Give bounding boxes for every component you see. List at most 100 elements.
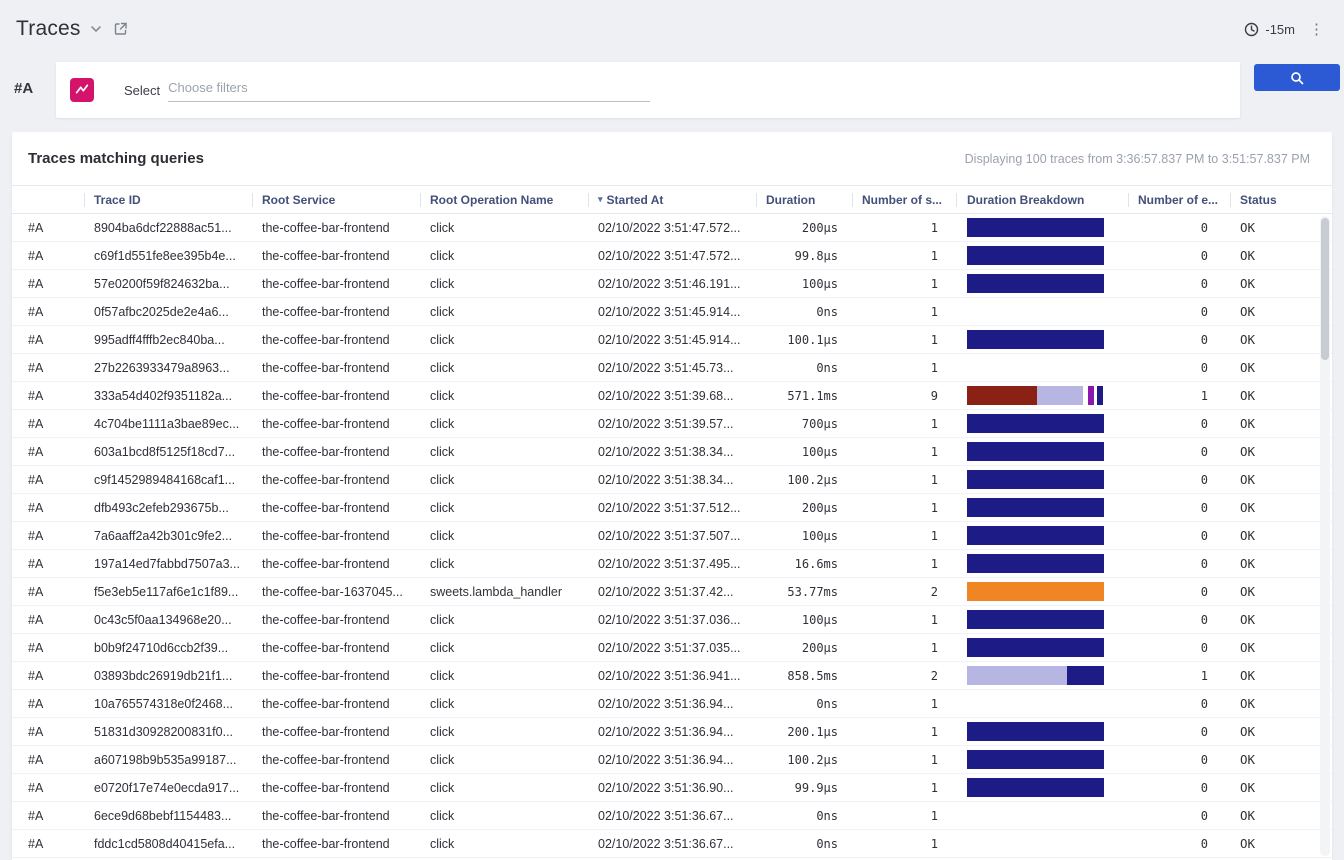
search-button[interactable] [1254, 64, 1340, 91]
table-row[interactable]: #A 10a765574318e0f2468... the-coffee-bar… [12, 690, 1332, 718]
time-range-control[interactable]: -15m [1244, 22, 1295, 37]
time-range-label: -15m [1265, 22, 1295, 37]
table-row[interactable]: #A 6ece9d68bebf1154483... the-coffee-bar… [12, 802, 1332, 830]
table-row[interactable]: #A 51831d30928200831f0... the-coffee-bar… [12, 718, 1332, 746]
scrollbar-track[interactable] [1320, 216, 1330, 856]
column-header-duration[interactable]: Duration [756, 186, 852, 213]
table-row[interactable]: #A e0720f17e74e0ecda917... the-coffee-ba… [12, 774, 1332, 802]
row-error-count: 0 [1128, 277, 1230, 291]
row-query-key: #A [12, 781, 84, 795]
row-span-count: 1 [852, 221, 956, 235]
row-root-service: the-coffee-bar-frontend [252, 557, 420, 571]
table-row[interactable]: #A 7a6aaff2a42b301c9fe2... the-coffee-ba… [12, 522, 1332, 550]
column-header-root-service[interactable]: Root Service [252, 186, 420, 213]
row-query-key: #A [12, 837, 84, 851]
row-error-count: 0 [1128, 613, 1230, 627]
row-span-count: 1 [852, 697, 956, 711]
column-header-number-of-spans[interactable]: Number of s... [852, 186, 956, 213]
duration-bar [967, 610, 1104, 629]
row-root-service: the-coffee-bar-frontend [252, 781, 420, 795]
duration-bar [967, 554, 1104, 573]
row-trace-id: 4c704be1111a3bae89ec... [84, 417, 252, 431]
row-error-count: 0 [1128, 837, 1230, 851]
row-started-at: 02/10/2022 3:51:45.73... [588, 361, 756, 375]
row-root-operation: click [420, 305, 588, 319]
row-duration: 200μs [756, 501, 852, 515]
table-row[interactable]: #A b0b9f24710d6ccb2f39... the-coffee-bar… [12, 634, 1332, 662]
table-row[interactable]: #A fddc1cd5808d40415efa... the-coffee-ba… [12, 830, 1332, 858]
row-query-key: #A [12, 221, 84, 235]
table-row[interactable]: #A 03893bdc26919db21f1... the-coffee-bar… [12, 662, 1332, 690]
row-error-count: 0 [1128, 781, 1230, 795]
row-started-at: 02/10/2022 3:51:37.036... [588, 613, 756, 627]
row-started-at: 02/10/2022 3:51:36.94... [588, 725, 756, 739]
row-trace-id: 27b2263933479a8963... [84, 361, 252, 375]
table-row[interactable]: #A 995adff4fffb2ec840ba... the-coffee-ba… [12, 326, 1332, 354]
row-trace-id: 7a6aaff2a42b301c9fe2... [84, 529, 252, 543]
row-root-service: the-coffee-bar-frontend [252, 753, 420, 767]
row-query-key: #A [12, 641, 84, 655]
row-duration: 200μs [756, 221, 852, 235]
row-span-count: 9 [852, 389, 956, 403]
table-row[interactable]: #A 8904ba6dcf22888ac51... the-coffee-bar… [12, 214, 1332, 242]
row-status: OK [1230, 556, 1332, 571]
row-query-key: #A [12, 417, 84, 431]
row-root-operation: click [420, 781, 588, 795]
row-error-count: 0 [1128, 585, 1230, 599]
duration-bar [967, 498, 1104, 517]
row-started-at: 02/10/2022 3:51:47.572... [588, 221, 756, 235]
duration-bar [967, 274, 1104, 293]
table-row[interactable]: #A 57e0200f59f824632ba... the-coffee-bar… [12, 270, 1332, 298]
row-duration-breakdown [956, 498, 1128, 517]
row-root-operation: click [420, 501, 588, 515]
row-status: OK [1230, 276, 1332, 291]
column-header-root-operation[interactable]: Root Operation Name [420, 186, 588, 213]
row-started-at: 02/10/2022 3:51:36.94... [588, 753, 756, 767]
column-header-trace-id[interactable]: Trace ID [84, 186, 252, 213]
duration-bar [967, 666, 1104, 685]
row-status: OK [1230, 304, 1332, 319]
table-row[interactable]: #A 27b2263933479a8963... the-coffee-bar-… [12, 354, 1332, 382]
table-header: Trace ID Root Service Root Operation Nam… [12, 186, 1332, 214]
table-row[interactable]: #A f5e3eb5e117af6e1c1f89... the-coffee-b… [12, 578, 1332, 606]
table-row[interactable]: #A 0f57afbc2025de2e4a6... the-coffee-bar… [12, 298, 1332, 326]
filter-input[interactable] [168, 80, 650, 95]
column-header-status[interactable]: Status [1230, 186, 1332, 213]
table-row[interactable]: #A 197a14ed7fabbd7507a3... the-coffee-ba… [12, 550, 1332, 578]
row-root-service: the-coffee-bar-frontend [252, 837, 420, 851]
row-root-service: the-coffee-bar-frontend [252, 249, 420, 263]
row-root-service: the-coffee-bar-frontend [252, 221, 420, 235]
chevron-down-icon[interactable] [89, 22, 103, 36]
table-row[interactable]: #A 0c43c5f0aa134968e20... the-coffee-bar… [12, 606, 1332, 634]
row-started-at: 02/10/2022 3:51:37.507... [588, 529, 756, 543]
row-root-service: the-coffee-bar-frontend [252, 697, 420, 711]
row-query-key: #A [12, 557, 84, 571]
row-trace-id: 0c43c5f0aa134968e20... [84, 613, 252, 627]
row-trace-id: 0f57afbc2025de2e4a6... [84, 305, 252, 319]
share-icon[interactable] [113, 21, 129, 37]
table-row[interactable]: #A c69f1d551fe8ee395b4e... the-coffee-ba… [12, 242, 1332, 270]
row-status: OK [1230, 500, 1332, 515]
kebab-menu-icon[interactable]: ⋮ [1305, 22, 1328, 37]
table-row[interactable]: #A 333a54d402f9351182a... the-coffee-bar… [12, 382, 1332, 410]
table-row[interactable]: #A a607198b9b535a99187... the-coffee-bar… [12, 746, 1332, 774]
row-root-operation: click [420, 809, 588, 823]
filter-card: Select [56, 62, 1240, 118]
row-started-at: 02/10/2022 3:51:37.42... [588, 585, 756, 599]
table-row[interactable]: #A c9f1452989484168caf1... the-coffee-ba… [12, 466, 1332, 494]
table-row[interactable]: #A 4c704be1111a3bae89ec... the-coffee-ba… [12, 410, 1332, 438]
row-status: OK [1230, 668, 1332, 683]
column-header-duration-breakdown[interactable]: Duration Breakdown [956, 186, 1128, 213]
row-trace-id: 603a1bcd8f5125f18cd7... [84, 445, 252, 459]
row-error-count: 0 [1128, 445, 1230, 459]
row-duration: 0ns [756, 809, 852, 823]
column-header-number-of-errors[interactable]: Number of e... [1128, 186, 1230, 213]
row-duration: 0ns [756, 837, 852, 851]
column-header-started-at[interactable]: ▾ Started At [588, 186, 756, 213]
scrollbar-thumb[interactable] [1321, 218, 1329, 360]
table-row[interactable]: #A dfb493c2efeb293675b... the-coffee-bar… [12, 494, 1332, 522]
query-icon[interactable] [70, 78, 94, 102]
row-duration-breakdown [956, 442, 1128, 461]
row-status: OK [1230, 584, 1332, 599]
table-row[interactable]: #A 603a1bcd8f5125f18cd7... the-coffee-ba… [12, 438, 1332, 466]
